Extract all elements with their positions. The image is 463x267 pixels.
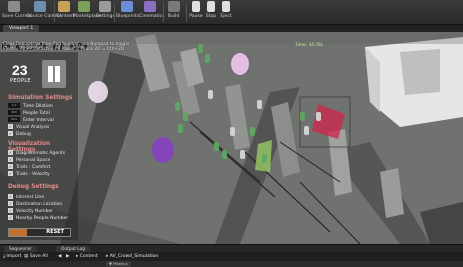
- viewport-tab-strip: Viewport 1: [0, 25, 463, 32]
- pause-icon: [192, 1, 200, 12]
- visual-analysis-checkbox[interactable]: ✓ Visual Analysis: [8, 124, 49, 130]
- interest-line-checkbox[interactable]: ✓ Interest Line: [8, 194, 44, 200]
- toolbar-divider: [163, 3, 164, 22]
- hud-pause-button[interactable]: [42, 60, 66, 88]
- debug-hint-text: Clear Debugdraw then flag to clear, use …: [3, 42, 130, 53]
- save-icon: [8, 1, 20, 12]
- source-control-button[interactable]: Source Control: [27, 1, 61, 24]
- people-label: PEOPLE: [10, 78, 31, 84]
- time-readout: Time: 34.78s: [295, 43, 323, 48]
- blueprints-button[interactable]: Blueprints: [116, 1, 139, 24]
- people-total-row[interactable]: 300 People Total: [8, 110, 50, 116]
- toolbar-divider: [114, 3, 115, 22]
- pause-bar-icon: [48, 66, 53, 82]
- viewport-toolbar: ▾ Perspective Lit Show: [2, 33, 88, 50]
- eject-button[interactable]: Eject: [219, 1, 233, 24]
- save-all-button[interactable]: ▤ Save All: [24, 253, 48, 260]
- breadcrumb-content[interactable]: ▸ Content: [76, 253, 98, 260]
- content-button[interactable]: Content: [56, 1, 74, 24]
- destination-location-checkbox[interactable]: ✓ Destination Location: [8, 201, 62, 207]
- simulation-hud: 23 PEOPLE Simulation Settings 1.0 Time Di…: [0, 52, 78, 240]
- stop-button[interactable]: Stop: [205, 1, 217, 24]
- debug-checkbox[interactable]: ✓ Debug: [8, 131, 31, 137]
- settings-button[interactable]: Settings: [96, 1, 115, 24]
- toolbar-divider: [54, 3, 55, 22]
- build-button[interactable]: Build: [166, 1, 181, 24]
- simulation-settings-title: Simulation Settings: [8, 95, 73, 101]
- blueprint-icon: [120, 1, 133, 12]
- toolbar-divider: [186, 3, 187, 22]
- back-arrow-icon[interactable]: ◀: [58, 253, 61, 260]
- content-browser-bar: ⤓ Import ▤ Save All ◀ ▶ ▸ Content ▸ AV_C…: [0, 252, 463, 261]
- personal-space-checkbox[interactable]: ✓ Personal Space: [8, 157, 50, 163]
- marketplace-icon: [78, 1, 90, 12]
- cinematics-button[interactable]: Cinematics: [139, 1, 165, 24]
- cinematics-icon: [144, 1, 156, 12]
- people-count: 23: [12, 62, 28, 78]
- stop-icon: [207, 1, 215, 12]
- reset-button[interactable]: RESET: [8, 228, 71, 237]
- build-icon: [167, 1, 180, 12]
- editor-window: Save Current Source Control Content Mark…: [0, 0, 463, 267]
- main-toolbar: Save Current Source Control Content Mark…: [0, 0, 463, 25]
- velocity-number-checkbox[interactable]: ✓ Velocity Number: [8, 208, 53, 214]
- content-icon: [58, 1, 70, 12]
- nearby-people-number-checkbox[interactable]: ✓ Nearby People Number: [8, 215, 68, 221]
- diagrammatic-agents-checkbox[interactable]: ✓ Diagrammatic Agents: [8, 150, 65, 156]
- pause-bar-icon: [55, 66, 60, 82]
- save-current-button[interactable]: Save Current: [2, 1, 32, 24]
- gear-icon: [98, 1, 111, 12]
- reset-progress-fill: [9, 229, 28, 236]
- pause-play-button[interactable]: Pause: [189, 1, 203, 24]
- tab-viewport[interactable]: Viewport 1: [3, 25, 40, 32]
- bottom-tab-strip: Sequencer Output Log: [0, 244, 463, 253]
- import-button[interactable]: ⤓ Import: [3, 253, 21, 260]
- forward-arrow-icon[interactable]: ▶: [66, 253, 69, 260]
- breadcrumb-folder[interactable]: ▸ AV_Crowd_Simulation: [106, 253, 158, 260]
- trails-comfort-checkbox[interactable]: ✓ Trails - Comfort: [8, 164, 50, 170]
- marketplace-button[interactable]: Marketplace: [73, 1, 101, 24]
- enter-interval-row[interactable]: 30.0 Enter Interval: [8, 117, 54, 123]
- time-dilation-row[interactable]: 1.0 Time Dilation: [8, 103, 53, 109]
- filters-button[interactable]: ▼ Filters ▸: [106, 261, 131, 267]
- filter-bar: ▼ Filters ▸: [0, 261, 463, 267]
- source-control-icon: [33, 1, 46, 12]
- trails-velocity-checkbox[interactable]: ✓ Trails - Velocity: [8, 171, 50, 177]
- eject-icon: [222, 1, 230, 12]
- debug-settings-title: Debug Settings: [8, 184, 59, 190]
